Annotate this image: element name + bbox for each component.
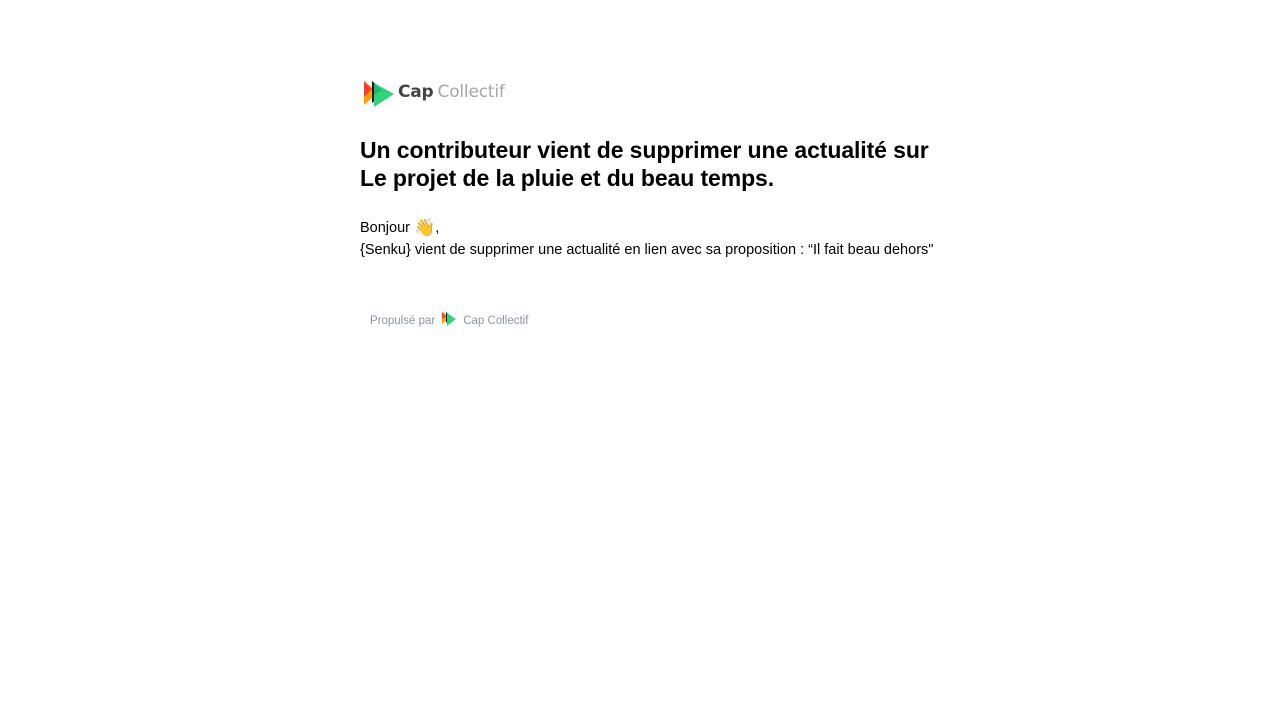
brand-logo: Cap Collectif bbox=[360, 76, 940, 108]
email-container: Cap Collectif Un contributeur vient de su… bbox=[360, 76, 940, 330]
notification-message: {Senku} vient de supprimer une actualité… bbox=[360, 242, 934, 258]
greeting-text: Bonjour bbox=[360, 220, 410, 236]
notification-body: Bonjour 👋, {Senku} vient de supprimer un… bbox=[360, 217, 940, 261]
notification-title: Un contributeur vient de supprimer une a… bbox=[360, 137, 929, 191]
footer-brand-link[interactable]: Cap Collectif bbox=[463, 315, 528, 327]
greeting-line: Bonjour 👋, bbox=[360, 217, 940, 239]
cap-collectif-small-logo-icon bbox=[435, 311, 463, 330]
logo-word-cap: Cap bbox=[398, 82, 434, 102]
powered-by-label: Propulsé par bbox=[370, 314, 436, 327]
logo-wordmark: Cap Collectif bbox=[398, 82, 505, 102]
logo-word-collectif: Collectif bbox=[437, 82, 505, 102]
powered-by-footer[interactable]: Propulsé par Cap Collectif bbox=[370, 311, 940, 330]
greeting-suffix: , bbox=[435, 220, 440, 236]
waving-hand-icon: 👋 bbox=[414, 218, 436, 237]
cap-collectif-logo-icon bbox=[360, 77, 396, 107]
